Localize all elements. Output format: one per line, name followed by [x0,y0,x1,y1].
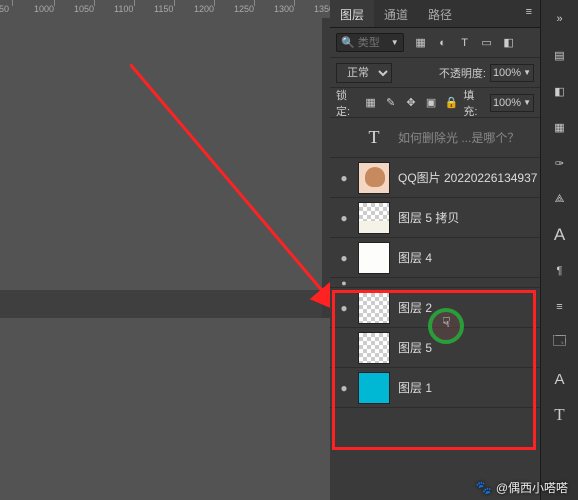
visibility-toggle[interactable]: ● [330,278,358,288]
horizontal-ruler: 950 1000 1050 1100 1150 1200 1250 1300 1… [0,0,330,18]
lock-brush-icon[interactable]: ✎ [383,96,399,110]
layer-row[interactable]: ● QQ图片 20220226134937 [330,158,540,198]
panel-tabs: 图层 通道 路径 ≡ [330,0,540,28]
type-thumb-icon: T [358,122,390,154]
layers-panel: 图层 通道 路径 ≡ 🔍 ▼ ▦ ◐ T ▭ ◧ 正常 不透明度: 100%▼ … [330,0,540,500]
filter-type-icon[interactable]: T [456,36,474,50]
lock-move-icon[interactable]: ✥ [403,96,419,110]
ruler-mark: 1100 [124,0,143,14]
layers-list: T 如何删除光 ...是哪个？ ● QQ图片 20220226134937 ● … [330,118,540,500]
layer-name[interactable]: 图层 5 拷贝 [398,209,459,226]
ruler-mark: 1250 [244,0,264,14]
panel-menu-icon[interactable]: ≡ [518,0,540,27]
chevron-down-icon[interactable]: ▼ [391,38,399,47]
filter-icons: ▦ ◐ T ▭ ◧ [412,36,518,50]
layer-name[interactable]: 图层 4 [398,249,432,266]
chevron-down-icon[interactable]: ▼ [523,98,531,107]
ruler-mark: 950 [4,0,19,14]
layer-row[interactable]: 图层 5 [330,328,540,368]
watermark-text: @偶西小嗒嗒 [496,479,568,496]
char-panel-icon[interactable]: A [547,366,573,392]
visibility-toggle[interactable]: ● [330,301,358,315]
lock-all-icon[interactable]: 🔒 [443,96,459,110]
blend-row: 正常 不透明度: 100%▼ [330,58,540,88]
swatch-icon[interactable]: ▦ [547,114,573,140]
tab-paths[interactable]: 路径 [418,0,462,27]
type-tool-icon[interactable]: T [547,402,573,428]
character-large-icon[interactable]: A [547,222,573,248]
visibility-toggle[interactable]: ● [330,251,358,265]
lock-pixels-icon[interactable]: ▦ [363,96,379,110]
layer-row[interactable]: ● 图层 2 [330,288,540,328]
filter-adjust-icon[interactable]: ◐ [434,36,452,50]
visibility-toggle[interactable]: ● [330,381,358,395]
right-dock: » ▤ ◧ ▦ ✑ ⟁ A ¶ ≡ 🗔 A T [540,0,578,500]
search-input[interactable] [358,37,388,49]
filter-row: 🔍 ▼ ▦ ◐ T ▭ ◧ [330,28,540,58]
layer-thumbnail [358,202,390,234]
cursor-pointer-icon: ☟ [442,314,451,331]
layer-name[interactable]: 图层 5 [398,339,432,356]
chevron-down-icon[interactable]: ▼ [523,68,531,77]
scrollbar[interactable] [322,18,330,318]
ruler-mark: 1300 [284,0,304,14]
blend-mode-select[interactable]: 正常 [336,63,392,83]
layer-row[interactable]: ● 图层 5 拷贝 [330,198,540,238]
lock-artboard-icon[interactable]: ▣ [423,96,439,110]
layer-row[interactable]: ● 图层 1 [330,368,540,408]
layer-thumbnail [358,372,390,404]
layer-name[interactable]: 如何删除光 ...是哪个？ [398,129,519,146]
filter-image-icon[interactable]: ▦ [412,36,430,50]
fill-label: 填充: [463,87,486,119]
filter-smart-icon[interactable]: ◧ [500,36,518,50]
ruler-mark: 1000 [44,0,64,14]
opacity-input[interactable]: 100%▼ [490,64,534,82]
color-icon[interactable]: ◧ [547,78,573,104]
lock-label: 锁定: [336,87,359,119]
lock-row: 锁定: ▦ ✎ ✥ ▣ 🔒 填充: 100%▼ [330,88,540,118]
canvas-content[interactable] [0,18,323,290]
history-icon[interactable]: ▤ [547,42,573,68]
search-icon: 🔍 [341,36,355,49]
layer-row[interactable]: T 如何删除光 ...是哪个？ [330,118,540,158]
tab-channels[interactable]: 通道 [374,0,418,27]
visibility-toggle[interactable]: ● [330,211,358,225]
watermark: 🐾 @偶西小嗒嗒 [476,479,568,496]
ruler-mark: 1050 [84,0,104,14]
canvas-area: 950 1000 1050 1100 1150 1200 1250 1300 1… [0,0,330,500]
layer-thumbnail [358,332,390,364]
clone-icon[interactable]: ⟁ [547,186,573,212]
layer-name[interactable]: 图层 1 [398,379,432,396]
opacity-label: 不透明度: [439,65,486,81]
layer-search[interactable]: 🔍 ▼ [336,33,404,52]
ruler-mark: 1150 [164,0,183,14]
layer-row[interactable]: ● [330,278,540,288]
flyout-icon[interactable]: » [547,6,573,32]
paw-icon: 🐾 [476,480,492,496]
align-icon[interactable]: ≡ [547,294,573,320]
paragraph-icon[interactable]: ¶ [547,258,573,284]
layer-thumbnail [358,292,390,324]
brush-icon[interactable]: ✑ [547,150,573,176]
fill-input[interactable]: 100%▼ [490,94,534,112]
tab-layers[interactable]: 图层 [330,0,374,27]
layer-thumbnail [358,242,390,274]
glyph-icon[interactable]: 🗔 [547,330,573,356]
layer-name[interactable]: 图层 2 [398,299,432,316]
layer-row[interactable]: ● 图层 4 [330,238,540,278]
layer-name[interactable]: QQ图片 20220226134937 [398,169,537,186]
layer-thumbnail [358,162,390,194]
filter-shape-icon[interactable]: ▭ [478,36,496,50]
visibility-toggle[interactable]: ● [330,171,358,185]
ruler-mark: 1200 [204,0,224,14]
canvas-below [0,290,323,318]
